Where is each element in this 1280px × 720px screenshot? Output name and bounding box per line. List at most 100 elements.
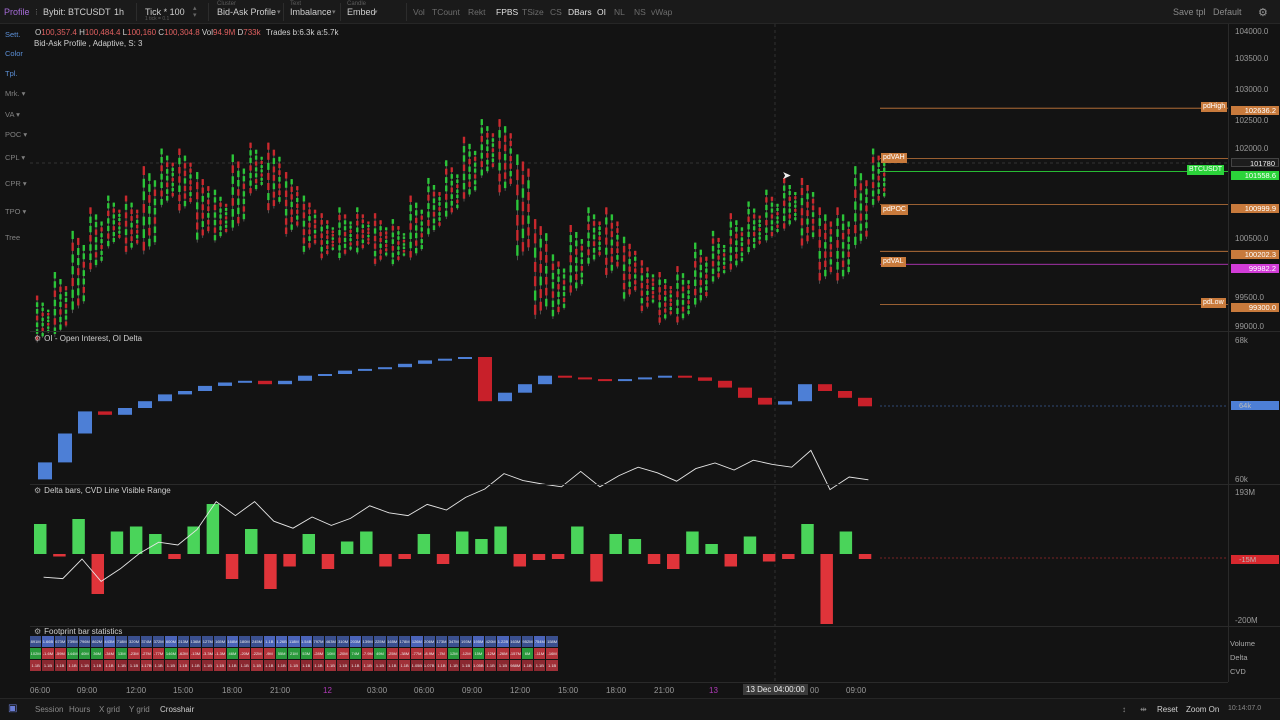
chart-mark xyxy=(605,237,608,245)
ohlc-vol-label: Vol xyxy=(201,28,214,37)
chart-mark xyxy=(64,292,68,297)
delta-bar xyxy=(264,554,277,589)
chart-mark xyxy=(651,278,655,282)
symbol-selector[interactable]: ⋮ Bybit: BTCUSDT xyxy=(33,0,111,24)
chart-mark xyxy=(486,153,489,158)
chart-mark xyxy=(628,281,631,287)
horizontal-resize-icon[interactable]: ⇹ xyxy=(1140,705,1147,714)
chart-mark xyxy=(788,220,791,225)
chart-mark xyxy=(160,148,163,155)
toggle-rekt[interactable]: Rekt xyxy=(468,0,485,24)
chart-mark xyxy=(379,255,382,260)
delta-bar xyxy=(379,554,392,567)
candle-value: Embed xyxy=(347,7,376,17)
toggle-tsize[interactable]: TSize xyxy=(522,0,544,24)
chart-mark xyxy=(865,180,868,187)
sidebar-item-cpr[interactable]: CPR ▾ xyxy=(5,179,27,188)
default-template-button[interactable]: Default xyxy=(1213,0,1242,24)
hours-button[interactable]: Hours xyxy=(69,705,90,714)
sidebar-item-va[interactable]: VA ▾ xyxy=(5,110,20,119)
toggle-cs[interactable]: CS xyxy=(550,0,562,24)
pane-divider[interactable] xyxy=(30,484,1280,485)
gear-icon[interactable]: ⚙ xyxy=(34,334,41,343)
chart-mark xyxy=(646,290,649,295)
xgrid-button[interactable]: X grid xyxy=(99,705,120,714)
toggle-dbars[interactable]: DBars xyxy=(568,0,592,24)
chart-mark xyxy=(112,220,116,225)
chart-mark xyxy=(765,212,768,218)
candle-selector[interactable]: Candle Embed ▾ xyxy=(347,0,387,24)
toggle-vwap[interactable]: vWap xyxy=(651,0,672,24)
stepper-icon: ▴ ▾ xyxy=(193,5,197,19)
chart-mark xyxy=(687,285,690,289)
toggle-oi[interactable]: OI xyxy=(597,0,606,24)
sidebar-item-tpo[interactable]: TPO ▾ xyxy=(5,207,26,216)
chart-mark xyxy=(776,203,779,207)
time-axis[interactable]: 06:00 09:00 12:00 15:00 18:00 21:00 12 03:00 06:… xyxy=(30,682,1228,698)
chart-mark xyxy=(722,257,726,261)
oi-bar xyxy=(318,374,332,376)
toggle-tcount[interactable]: TCount xyxy=(432,0,460,24)
chart-mark xyxy=(794,200,797,204)
chart-mark xyxy=(580,272,584,278)
stats-pane-title[interactable]: ⚙ Footprint bar statistics xyxy=(34,627,122,636)
price-axis-tick: 103000.0 xyxy=(1235,85,1269,94)
chart-mark xyxy=(634,280,637,285)
session-button[interactable]: Session xyxy=(35,705,63,714)
reset-button[interactable]: Reset xyxy=(1157,705,1178,714)
chart-mark xyxy=(747,239,750,245)
stats-cell: -7M xyxy=(435,648,449,659)
cluster-selector[interactable]: Cluster Bid-Ask Profile ▾ xyxy=(217,0,283,24)
chart-mark xyxy=(450,167,453,173)
sidebar-item-cpl[interactable]: CPL ▾ xyxy=(5,153,25,162)
toggle-vol[interactable]: Vol xyxy=(413,0,425,24)
sidebar-item-tpl[interactable]: Tpl. xyxy=(5,69,18,78)
tick-selector[interactable]: Tick * 100 1 tick = 0.1 ▴ ▾ xyxy=(145,0,203,24)
chart-mark xyxy=(242,191,246,197)
pane-divider[interactable] xyxy=(30,626,1280,627)
sidebar-item-color[interactable]: Color xyxy=(5,49,23,58)
toggle-ns[interactable]: NS xyxy=(634,0,646,24)
oi-bar xyxy=(638,377,652,380)
settings-button[interactable]: ⚙ xyxy=(1258,0,1268,24)
text-selector[interactable]: Text Imbalance ▾ xyxy=(290,0,340,24)
chart-mark xyxy=(130,242,133,248)
price-axis[interactable]: 104000.0 103500.0 103000.0 102500.0 102000.0… xyxy=(1228,24,1280,682)
ygrid-button[interactable]: Y grid xyxy=(129,705,150,714)
delta-bar xyxy=(187,526,200,554)
chart-mark xyxy=(343,232,347,237)
sidebar-item-sett[interactable]: Sett. xyxy=(5,30,20,39)
chart-mark xyxy=(509,178,512,184)
save-tpl-button[interactable]: Save tpl xyxy=(1173,0,1206,24)
gear-icon[interactable]: ⚙ xyxy=(34,627,41,636)
timeframe-selector[interactable]: ˇ 1h xyxy=(108,0,124,24)
zoom-on-button[interactable]: Zoom On xyxy=(1186,705,1219,714)
chart-mark xyxy=(562,303,566,308)
chart-mark xyxy=(735,260,738,266)
crosshair-button[interactable]: Crosshair xyxy=(160,705,194,714)
delta-bar xyxy=(858,554,872,559)
chart-mark xyxy=(237,189,240,196)
toggle-nl[interactable]: NL xyxy=(614,0,625,24)
stats-cell: 1.1B xyxy=(214,660,227,671)
stats-cell: 1.1B xyxy=(165,660,178,671)
chart-area[interactable]: O100,357.4 H100,484.4 L100,160 C100,304.… xyxy=(30,24,1228,682)
oi-pane-title[interactable]: ⚙ OI - Open Interest, OI Delta xyxy=(34,334,142,343)
gear-icon[interactable]: ⚙ xyxy=(34,486,41,495)
chart-mark xyxy=(124,212,128,219)
sidebar-item-mrk[interactable]: Mrk. ▾ xyxy=(5,89,25,98)
profile-tab[interactable]: Profile xyxy=(4,0,30,24)
sidebar-item-poc[interactable]: POC ▾ xyxy=(5,130,27,139)
vertical-resize-icon[interactable]: ↕ xyxy=(1122,705,1126,714)
chart-mark xyxy=(231,154,234,163)
pane-divider[interactable] xyxy=(30,331,1280,332)
chart-canvas xyxy=(30,24,1228,682)
chart-mark xyxy=(770,202,774,207)
layout-button[interactable]: ▣ xyxy=(8,703,17,714)
stats-cell: 206M xyxy=(423,636,436,647)
sidebar-item-tree[interactable]: Tree xyxy=(5,233,20,242)
delta-pane-title[interactable]: ⚙ Delta bars, CVD Line Visible Range xyxy=(34,486,171,495)
toggle-fpbs[interactable]: FPBS xyxy=(496,0,518,24)
chart-mark xyxy=(438,207,441,211)
stats-cell: 988M xyxy=(509,660,522,671)
